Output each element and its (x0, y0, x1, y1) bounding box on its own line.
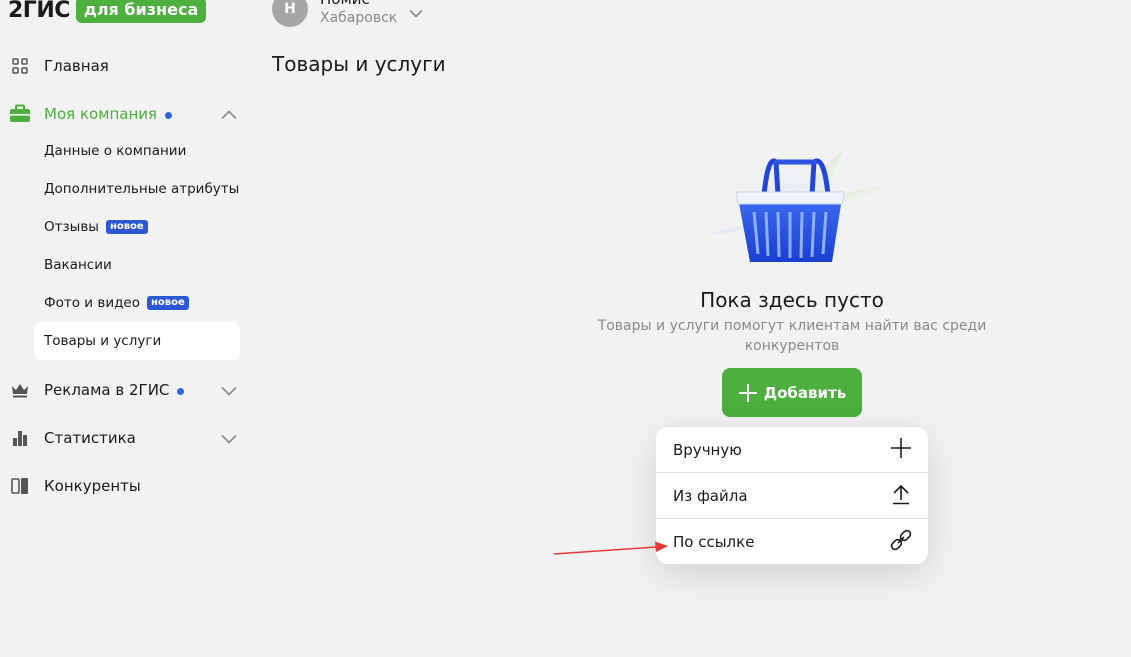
sidebar-subitem-label: Фото и видео (44, 295, 140, 311)
menu-item-label: По ссылке (673, 533, 755, 551)
add-button[interactable]: Добавить (722, 368, 862, 417)
sidebar-subitem-label: Отзывы (44, 219, 99, 235)
menu-item-manual[interactable]: Вручную (656, 427, 928, 473)
logo-badge: для бизнеса (75, 0, 207, 23)
empty-state-title: Пока здесь пусто (700, 288, 884, 312)
sidebar-item-competitors[interactable]: Конкуренты (8, 471, 243, 501)
logo-mark: 2ГИС (8, 0, 70, 23)
sidebar-subitem-attributes[interactable]: Дополнительные атрибуты (34, 170, 240, 208)
chevron-down-icon[interactable] (221, 430, 237, 448)
company-city: Хабаровск (320, 10, 398, 26)
sidebar-item-label: Моя компания (44, 105, 158, 123)
shopping-basket-illustration (706, 145, 891, 285)
sidebar-item-label: Реклама в 2ГИС (44, 381, 170, 399)
sidebar-subitem-label: Товары и услуги (44, 333, 162, 349)
sidebar-item-label: Конкуренты (44, 477, 141, 495)
chevron-up-icon[interactable] (221, 106, 237, 124)
sidebar-item-label: Главная (44, 57, 109, 75)
add-options-menu: Вручную Из файла По ссылке (656, 427, 928, 564)
sidebar-item-my-company[interactable]: Моя компания (8, 99, 243, 129)
menu-item-label: Из файла (673, 486, 748, 505)
dashboard-icon (8, 54, 32, 78)
chevron-down-icon[interactable] (221, 382, 237, 400)
brand-logo[interactable]: 2ГИС для бизнеса (8, 0, 207, 26)
plus-icon (890, 437, 912, 463)
crown-icon (8, 378, 32, 402)
notification-dot (165, 111, 173, 119)
upload-icon (890, 483, 912, 509)
sidebar-subitem-label: Дополнительные атрибуты (44, 181, 240, 197)
sidebar-subitem-company-data[interactable]: Данные о компании (34, 132, 240, 170)
menu-item-label: Вручную (673, 440, 742, 459)
annotation-arrow (553, 541, 668, 555)
sidebar-subitem-media[interactable]: Фото и видео новое (34, 284, 240, 322)
sidebar-subitem-products[interactable]: Товары и услуги (34, 322, 240, 360)
company-switcher[interactable]: Н Номис Хабаровск (272, 0, 423, 28)
sidebar-item-home[interactable]: Главная (8, 51, 243, 81)
sidebar-item-stats[interactable]: Статистика (8, 423, 243, 453)
menu-item-by-link[interactable]: По ссылке (656, 519, 928, 564)
avatar: Н (272, 0, 308, 27)
briefcase-icon (8, 102, 32, 126)
new-badge: новое (147, 296, 189, 310)
notification-dot (177, 387, 185, 395)
chevron-down-icon[interactable] (409, 3, 423, 22)
empty-state-subtitle: Товары и услуги помогут клиентам найти в… (597, 318, 987, 354)
new-badge: новое (105, 220, 148, 234)
plus-icon (738, 383, 758, 403)
sidebar-subitem-label: Данные о компании (44, 143, 187, 159)
company-name: Номис (320, 0, 397, 9)
sidebar-subitem-vacancies[interactable]: Вакансии (34, 246, 240, 284)
page-title: Товары и услуги (272, 52, 446, 76)
company-info: Номис Хабаровск (320, 0, 397, 28)
link-icon (890, 529, 912, 555)
sidebar-subitem-label: Вакансии (44, 257, 112, 273)
add-button-label: Добавить (763, 383, 847, 402)
sidebar-item-ads[interactable]: Реклама в 2ГИС (8, 375, 243, 405)
sidebar-subitem-reviews[interactable]: Отзывы новое (34, 208, 240, 246)
menu-item-from-file[interactable]: Из файла (656, 473, 928, 519)
bar-chart-icon (8, 426, 32, 450)
compare-icon (8, 474, 32, 498)
sidebar-item-label: Статистика (44, 429, 136, 447)
